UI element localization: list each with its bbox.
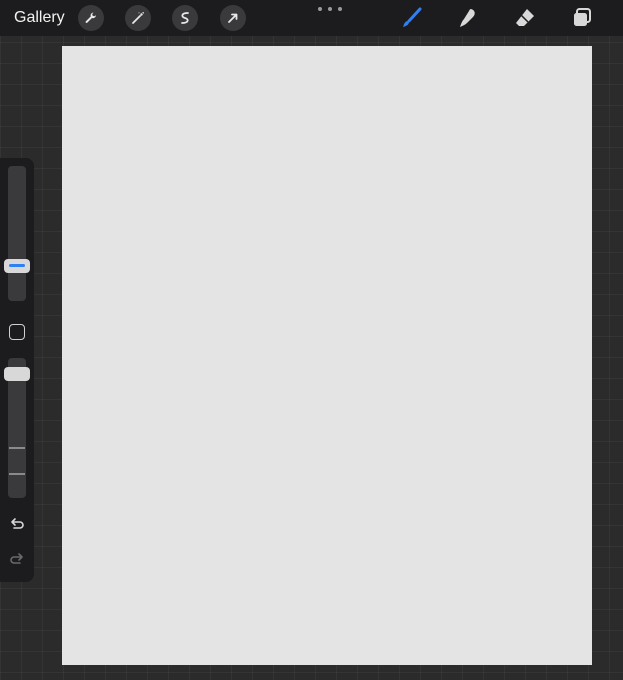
magic-wand-icon[interactable] bbox=[125, 5, 151, 31]
brush-size-slider[interactable] bbox=[8, 166, 26, 301]
gallery-button[interactable]: Gallery bbox=[14, 9, 65, 27]
modify-button[interactable] bbox=[9, 324, 25, 340]
undo-icon[interactable] bbox=[7, 514, 27, 534]
slider-tick bbox=[9, 473, 25, 475]
selection-icon[interactable] bbox=[172, 5, 198, 31]
brush-opacity-slider-thumb[interactable] bbox=[4, 367, 30, 381]
smudge-icon[interactable] bbox=[454, 4, 482, 32]
transform-arrow-icon[interactable] bbox=[220, 5, 246, 31]
layers-icon[interactable] bbox=[568, 4, 596, 32]
top-toolbar: Gallery bbox=[0, 0, 623, 36]
left-sidebar bbox=[0, 158, 34, 582]
redo-icon[interactable] bbox=[7, 549, 27, 569]
brush-icon[interactable] bbox=[398, 4, 426, 32]
brush-size-slider-thumb[interactable] bbox=[4, 259, 30, 273]
slider-tick bbox=[9, 447, 25, 449]
wrench-icon[interactable] bbox=[78, 5, 104, 31]
eraser-icon[interactable] bbox=[511, 4, 539, 32]
more-options-dots[interactable] bbox=[318, 4, 342, 14]
drawing-canvas[interactable] bbox=[62, 46, 592, 665]
